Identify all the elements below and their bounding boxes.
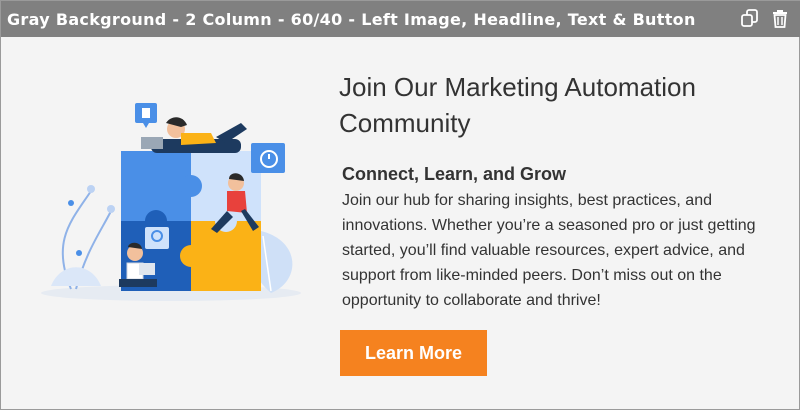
learn-more-button[interactable]: Learn More: [340, 330, 487, 376]
trash-icon[interactable]: [769, 8, 791, 30]
section-headline: Join Our Marketing Automation Community: [339, 72, 696, 138]
section-body-text: Join our hub for sharing insights, best …: [342, 192, 756, 309]
plant-left-decoration: [51, 185, 115, 290]
section-subheadline: Connect, Learn, and Grow: [342, 164, 567, 184]
community-illustration: [31, 71, 321, 311]
copy-icon[interactable]: [739, 8, 761, 30]
person-laptop-top: [141, 117, 247, 153]
lightbulb-bubble-top: [135, 103, 157, 128]
block-title-bar: Gray Background - 2 Column - 60/40 - Lef…: [1, 1, 800, 37]
stopwatch-bubble: [251, 143, 285, 173]
lightbulb-bubble-middle: [145, 227, 169, 249]
template-block: Gray Background - 2 Column - 60/40 - Lef…: [0, 0, 800, 410]
block-title: Gray Background - 2 Column - 60/40 - Lef…: [7, 10, 696, 29]
